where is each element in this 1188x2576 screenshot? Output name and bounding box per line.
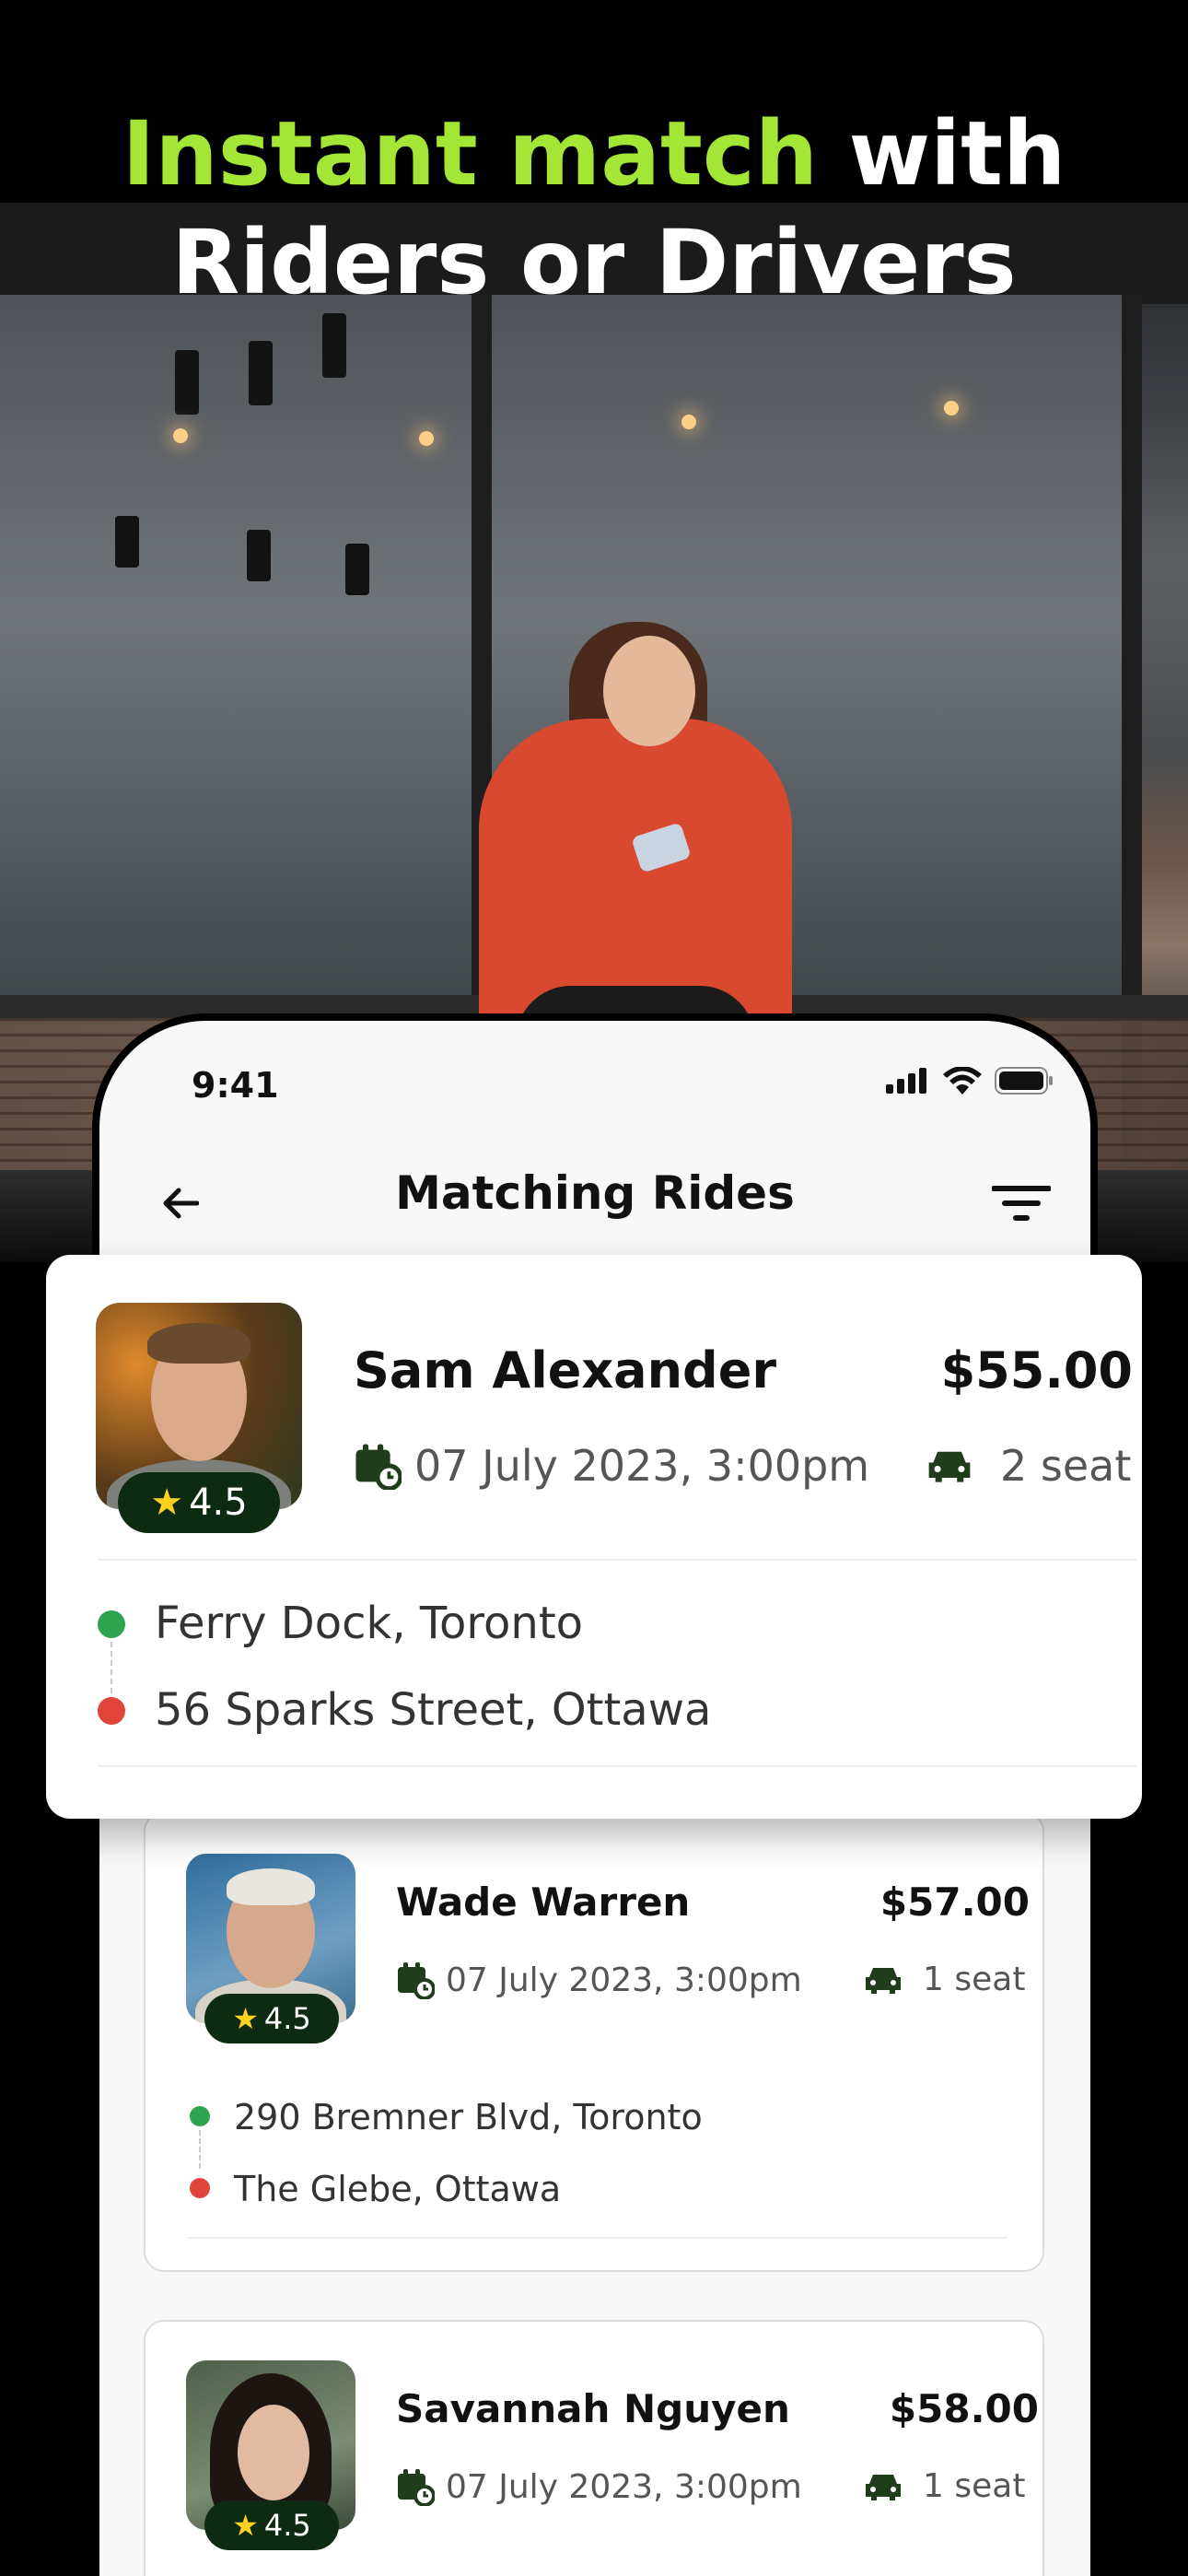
ride-date: 07 July 2023, 3:00pm [446,2467,802,2506]
route-line [199,2130,201,2169]
ride-date-row: 07 July 2023, 3:00pm [396,2467,802,2506]
headline-line-1-rest: with [818,102,1066,205]
rating-badge: ★ 4.5 [204,2500,339,2550]
calendar-clock-icon [355,1444,402,1490]
route-line [111,1642,112,1693]
filter-button[interactable] [989,1176,1054,1231]
cellular-signal-icon [886,1068,926,1094]
traffic-light-icon [175,350,199,415]
headline-line-1: Instant match with [0,100,1188,208]
street-light [173,428,188,443]
ride-seats: 1 seat [923,2467,1026,2505]
dropoff-location: The Glebe, Ottawa [234,2169,562,2209]
calendar-clock-icon [398,1962,435,1999]
pickup-location: 290 Bremner Blvd, Toronto [234,2097,703,2137]
car-icon [928,1451,971,1482]
star-icon: ★ [232,2508,259,2543]
star-icon: ★ [150,1481,184,1524]
dropoff-location: 56 Sparks Street, Ottawa [155,1684,712,1736]
ride-price: $55.00 [940,1341,1133,1399]
wifi-icon [943,1067,982,1095]
card-divider [98,1559,1136,1561]
ride-seats: 1 seat [923,1961,1026,1998]
rating-value: 4.5 [263,2001,311,2036]
street-light [681,415,696,429]
dropoff-dot [190,2178,210,2198]
page-title: Matching Rides [395,1166,795,1220]
traffic-light-icon [115,516,139,568]
rating-badge: ★ 4.5 [204,1994,339,2043]
star-icon: ★ [232,2001,259,2036]
ride-card[interactable]: ★ 4.5 Wade Warren $57.00 07 July 2023, 3:… [144,1811,1044,2272]
ride-date: 07 July 2023, 3:00pm [446,1961,802,1999]
status-icons [886,1067,1054,1095]
traffic-light-icon [247,530,271,581]
driver-name: Sam Alexander [354,1341,776,1399]
street-light [419,431,434,446]
traffic-light-icon [249,341,273,405]
driver-name: Savannah Nguyen [396,2386,790,2431]
ride-date-row: 07 July 2023, 3:00pm [396,1961,802,1999]
driver-name: Wade Warren [396,1879,691,1925]
promo-headline: Instant match with Riders or Drivers [0,100,1188,317]
headline-line-2: Riders or Drivers [171,211,1017,314]
car-icon [866,1967,901,1994]
dropoff-dot [98,1697,125,1725]
pickup-dot [190,2106,210,2126]
street-light [944,401,959,416]
pickup-location: Ferry Dock, Toronto [155,1598,584,1649]
ride-price: $57.00 [879,1879,1030,1925]
ride-seats-row: 1 seat [864,2467,1025,2505]
ride-seats-row: 1 seat [864,1961,1025,1998]
calendar-clock-icon [398,2469,435,2506]
car-icon [866,2474,901,2500]
pickup-dot [98,1610,125,1638]
featured-ride-card[interactable]: ★ 4.5 Sam Alexander $55.00 07 July 2023, … [46,1255,1142,1819]
woman-face [603,636,695,746]
card-divider [98,1765,1136,1767]
headline-accent: Instant match [122,102,819,205]
ride-date: 07 July 2023, 3:00pm [414,1441,870,1491]
filter-icon [992,1186,1051,1221]
ride-card[interactable]: ★ 4.5 Savannah Nguyen $58.00 07 July 2023… [144,2320,1044,2576]
ride-price: $58.00 [889,2386,1039,2431]
battery-icon [995,1067,1053,1095]
rating-value: 4.5 [263,2508,311,2543]
traffic-light-icon [345,544,369,595]
traffic-light-icon [322,313,346,378]
rating-badge: ★ 4.5 [118,1472,280,1533]
ride-date-row: 07 July 2023, 3:00pm [354,1441,869,1491]
ride-seats: 2 seat [1000,1441,1132,1491]
ride-seats-row: 2 seat [926,1441,1142,1491]
status-time: 9:41 [192,1065,279,1106]
rating-value: 4.5 [189,1481,248,1524]
card-divider [188,2237,1007,2239]
